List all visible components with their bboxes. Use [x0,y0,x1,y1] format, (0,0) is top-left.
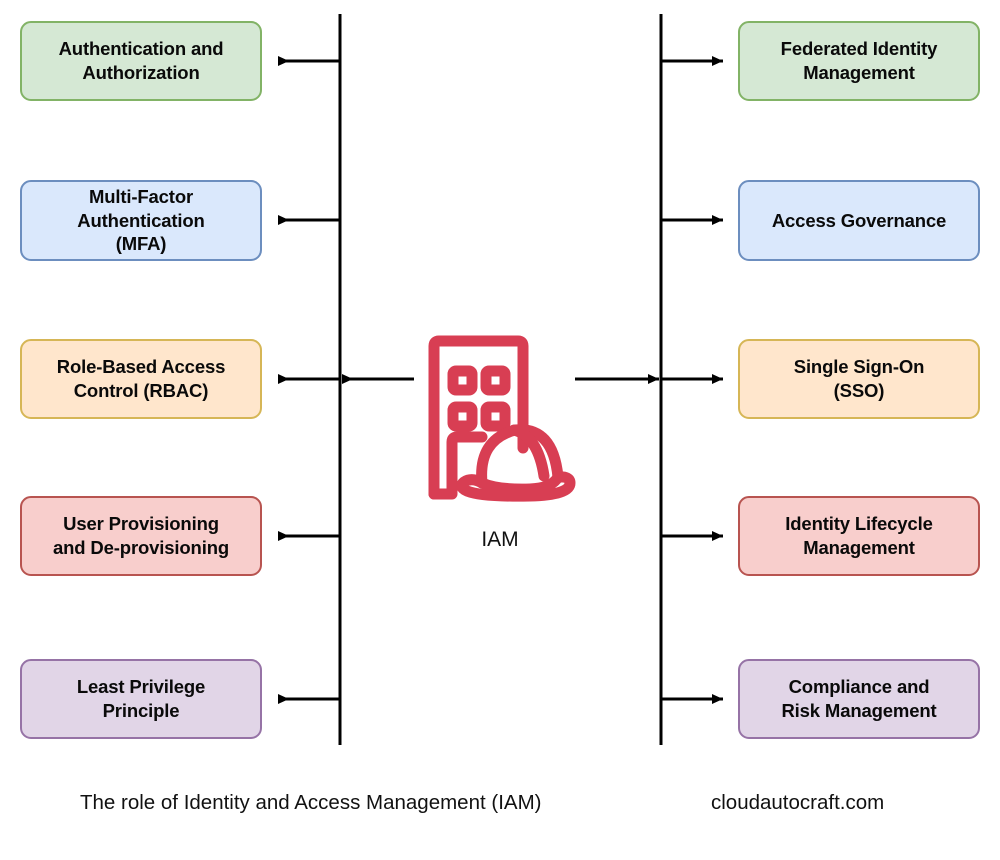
node-label-line1: Federated Identity [780,38,938,60]
node-access-governance[interactable]: Access Governance [738,180,980,261]
node-label-line1: Single Sign-On [793,356,925,378]
diagram-caption: The role of Identity and Access Manageme… [80,791,542,814]
node-label-line3: (MFA) [115,233,167,255]
node-label-line1: Identity Lifecycle [785,513,933,535]
node-single-sign-on[interactable]: Single Sign-On (SSO) [738,339,980,419]
node-least-privilege-principle[interactable]: Least Privilege Principle [20,659,262,739]
center-node-label: IAM [481,528,519,551]
node-label-line2: Control (RBAC) [73,380,209,401]
node-compliance-and-risk-management[interactable]: Compliance and Risk Management [738,659,980,739]
node-federated-identity-management[interactable]: Federated Identity Management [738,21,980,101]
node-label-line1: Role-Based Access [56,356,226,378]
node-label-line2: Risk Management [781,700,937,721]
node-user-provisioning-and-de-provisioning[interactable]: User Provisioning and De-provisioning [20,496,262,576]
node-label-line1: Least Privilege [76,676,206,698]
node-authentication-and-authorization[interactable]: Authentication and Authorization [20,21,262,101]
node-identity-lifecycle-management[interactable]: Identity Lifecycle Management [738,496,980,576]
node-label-line2: (SSO) [833,380,885,401]
node-label-line2: Authentication [77,209,205,231]
node-role-based-access-control[interactable]: Role-Based Access Control (RBAC) [20,339,262,419]
node-label-line2: Management [803,62,915,83]
node-label-line2: Management [803,537,915,558]
node-label-line1: User Provisioning [63,513,219,535]
node-label-line1: Multi-Factor [88,185,194,207]
building-hardhat-icon [410,330,590,505]
node-multi-factor-authentication[interactable]: Multi-Factor Authentication (MFA) [20,180,262,261]
node-label-line1: Authentication and [58,38,224,60]
iam-diagram: Authentication and Authorization Multi-Fa… [0,0,1000,860]
node-label-line2: and De-provisioning [53,537,229,558]
node-label-line2: Authorization [82,62,200,83]
source-attribution: cloudautocraft.com [711,791,885,814]
node-label-line2: Principle [102,700,180,721]
node-label-line1: Compliance and [788,676,930,698]
node-label-line1: Access Governance [771,209,947,231]
